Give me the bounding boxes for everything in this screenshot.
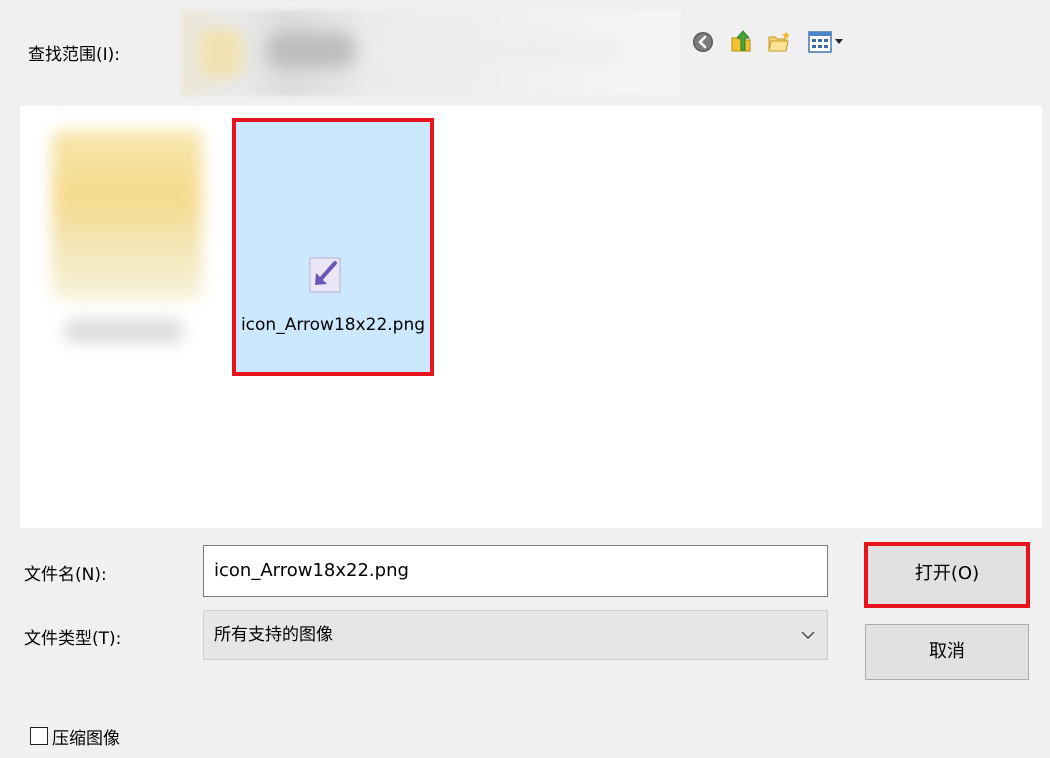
compress-checkbox[interactable] [30,727,48,745]
dropdown-caret-icon [835,39,843,44]
cancel-button[interactable]: 取消 [865,624,1029,680]
image-file-icon [308,254,342,296]
compress-label: 压缩图像 [52,728,120,749]
cancel-button-label: 取消 [929,641,965,662]
lookin-dropdown[interactable] [180,10,680,96]
lookin-label: 查找范围(I): [28,45,121,65]
back-arrow-icon [693,32,713,52]
file-item-selected[interactable]: icon_Arrow18x22.png [232,118,434,376]
open-button-label: 打开(O) [914,563,980,584]
filetype-label: 文件类型(T): [24,629,122,649]
back-button[interactable] [690,29,716,55]
compress-option[interactable]: 压缩图像 [30,724,120,749]
file-thumbnail [52,130,202,300]
filename-label: 文件名(N): [24,565,107,585]
lookin-path-blurred-2 [380,38,620,62]
file-name: icon_Arrow18x22.png [240,315,426,335]
open-file-dialog: 查找范围(I): icon_Arrow18x22.png 文件名(N): ico… [0,0,1050,758]
filetype-select[interactable]: 所有支持的图像 [203,610,828,660]
file-list[interactable]: icon_Arrow18x22.png [20,106,1042,528]
file-name-blurred [64,320,184,342]
filetype-value: 所有支持的图像 [214,625,333,645]
view-menu-icon [808,31,832,53]
file-item-blurred[interactable] [48,126,208,358]
new-folder-button[interactable] [766,29,792,55]
filename-input[interactable]: icon_Arrow18x22.png [203,545,828,597]
lookin-path-blurred [266,32,356,68]
toolbar [690,26,848,58]
up-folder-button[interactable] [728,29,754,55]
view-menu-button[interactable] [804,29,848,55]
new-folder-icon [768,31,790,52]
chevron-down-icon [799,611,817,659]
open-button[interactable]: 打开(O) [864,542,1030,608]
up-folder-icon [731,30,751,52]
selection-highlight-frame [232,118,434,376]
lookin-folder-icon [198,28,244,78]
